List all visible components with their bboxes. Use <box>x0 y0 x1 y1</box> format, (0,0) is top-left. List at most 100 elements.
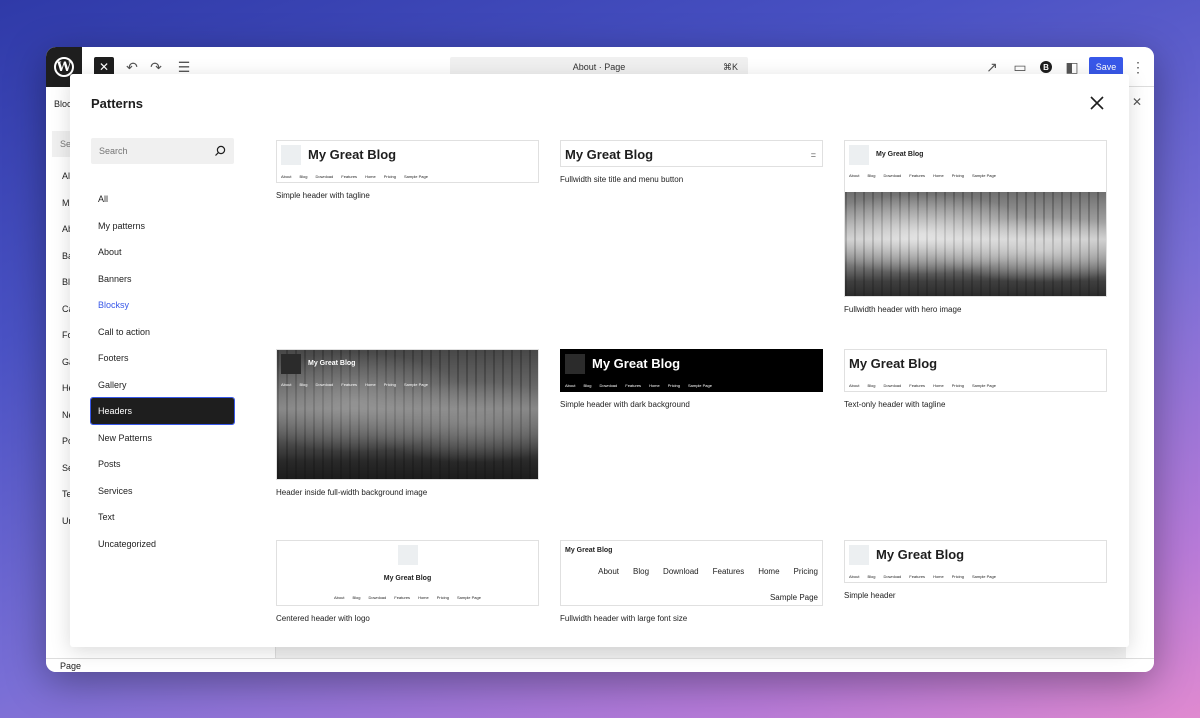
nav-link: About <box>598 567 620 576</box>
document-title: About · Page <box>572 62 626 72</box>
nav-link: Download <box>883 173 902 178</box>
inserter-category[interactable]: Al <box>62 171 70 181</box>
nav-link: Home <box>418 595 429 600</box>
close-icon[interactable] <box>1088 94 1106 112</box>
pattern-preview[interactable]: My Great Blog = <box>560 140 823 167</box>
category-blocksy[interactable]: Blocksy <box>91 292 234 318</box>
pattern-card[interactable]: My Great Blog About Blog Download Features H… <box>844 540 1107 600</box>
nav-link: About <box>334 595 345 600</box>
pattern-preview[interactable]: My Great Blog About Blog Download Features H… <box>560 349 823 392</box>
nav-link: Blog <box>299 174 308 179</box>
category-services[interactable]: Services <box>91 478 234 504</box>
search-icon[interactable] <box>214 145 226 157</box>
pattern-caption: Simple header with tagline <box>276 191 370 200</box>
category-headers[interactable]: Headers <box>90 397 235 425</box>
pattern-preview[interactable]: My Great Blog About Blog Download Features H… <box>276 540 539 606</box>
nav-link: Blog <box>583 383 592 388</box>
pattern-caption: Text-only header with tagline <box>844 400 946 409</box>
pattern-card[interactable]: My Great Blog About Blog Download Features H… <box>844 349 1107 409</box>
category-footers[interactable]: Footers <box>91 345 234 371</box>
more-options-icon[interactable]: ⋮ <box>1130 57 1146 77</box>
pattern-card[interactable]: My Great Blog = Fullwidth site title and… <box>560 140 823 184</box>
pattern-caption: Header inside full-width background imag… <box>276 488 428 497</box>
pattern-preview[interactable]: My Great Blog About Blog Download Features H… <box>844 540 1107 583</box>
site-navigation: About Blog Download Features Home Pricing <box>598 567 818 576</box>
site-title: My Great Blog <box>308 147 397 162</box>
nav-link: About <box>565 383 576 388</box>
category-all[interactable]: All <box>91 186 234 212</box>
pattern-preview[interactable]: My Great Blog About Blog Download Features H… <box>276 140 539 183</box>
nav-link: Download <box>368 595 387 600</box>
category-call-to-action[interactable]: Call to action <box>91 319 234 345</box>
nav-link: Features <box>909 574 926 579</box>
site-title: My Great Blog <box>383 575 432 582</box>
pattern-search-input[interactable] <box>91 138 206 164</box>
nav-link: Home <box>365 174 376 179</box>
inserter-category[interactable]: Bl <box>62 277 70 287</box>
status-bar: Page <box>46 658 1154 672</box>
site-navigation-overflow: Sample Page <box>770 593 818 602</box>
site-title: My Great Blog <box>876 151 924 158</box>
site-navigation: About Blog Download Features Home Pricing Samp… <box>849 574 996 579</box>
nav-link: Download <box>883 574 902 579</box>
pattern-card[interactable]: My Great Blog About Blog Download Features H… <box>560 349 823 409</box>
site-logo-placeholder <box>849 545 869 565</box>
nav-link: Features <box>909 383 926 388</box>
nav-link: Pricing <box>667 383 680 388</box>
blocks-tab[interactable]: Bloc <box>54 99 72 109</box>
pattern-card[interactable]: My Great Blog About Blog Download Features H… <box>560 540 823 623</box>
category-text[interactable]: Text <box>91 504 234 530</box>
nav-link: Pricing <box>951 383 964 388</box>
site-navigation: About Blog Download Features Home Pricing Samp… <box>849 173 996 178</box>
pattern-preview[interactable]: My Great Blog About Blog Download Features H… <box>844 349 1107 392</box>
nav-link: Features <box>341 174 358 179</box>
pattern-caption: Simple header with dark background <box>560 400 690 409</box>
nav-link: Download <box>599 383 618 388</box>
site-logo-placeholder <box>398 545 418 565</box>
pattern-card[interactable]: My Great Blog About Blog Download Features H… <box>276 349 539 497</box>
site-logo-placeholder <box>281 145 301 165</box>
site-title: My Great Blog <box>849 356 938 371</box>
category-uncategorized[interactable]: Uncategorized <box>91 531 234 557</box>
pattern-card[interactable]: My Great Blog About Blog Download Features H… <box>276 140 539 200</box>
site-title: My Great Blog <box>565 547 613 554</box>
nav-link: Sample Page <box>971 574 996 579</box>
pattern-card[interactable]: My Great Blog About Blog Download Features H… <box>276 540 539 623</box>
nav-link: Home <box>933 173 944 178</box>
nav-link: Home <box>933 383 944 388</box>
inserter-category[interactable]: M <box>62 198 70 208</box>
nav-link: About <box>281 382 292 387</box>
nav-link: Pricing <box>383 382 396 387</box>
category-about[interactable]: About <box>91 239 234 265</box>
close-icon[interactable]: ✕ <box>1132 95 1142 109</box>
site-navigation: About Blog Download Features Home Pricing Samp… <box>281 382 428 387</box>
nav-link: Features <box>909 173 926 178</box>
category-banners[interactable]: Banners <box>91 266 234 292</box>
nav-link: Home <box>933 574 944 579</box>
nav-link: Pricing <box>951 574 964 579</box>
nav-link: Sample Page <box>971 173 996 178</box>
background-image <box>277 350 538 479</box>
menu-icon: = <box>810 150 816 160</box>
category-my-patterns[interactable]: My patterns <box>91 213 234 239</box>
modal-title: Patterns <box>91 96 144 111</box>
pattern-card[interactable]: My Great Blog About Blog Download Features H… <box>844 140 1107 314</box>
nav-link: Features <box>625 383 642 388</box>
category-gallery[interactable]: Gallery <box>91 372 234 398</box>
category-new-patterns[interactable]: New Patterns <box>91 425 234 451</box>
nav-link: Blog <box>867 173 876 178</box>
nav-link: Home <box>365 382 376 387</box>
pattern-preview[interactable]: My Great Blog About Blog Download Features H… <box>844 140 1107 297</box>
pattern-preview[interactable]: My Great Blog About Blog Download Features H… <box>560 540 823 606</box>
pattern-category-list: All My patterns About Banners Blocksy Ca… <box>90 186 235 557</box>
nav-link: About <box>849 574 860 579</box>
category-posts[interactable]: Posts <box>91 451 234 477</box>
nav-link: Sample Page <box>769 593 818 602</box>
site-navigation: About Blog Download Features Home Pricing Samp… <box>281 174 428 179</box>
nav-link: Home <box>758 567 780 576</box>
site-title: My Great Blog <box>565 147 654 162</box>
nav-link: Download <box>315 382 334 387</box>
site-title: My Great Blog <box>592 356 681 371</box>
pattern-preview[interactable]: My Great Blog About Blog Download Features H… <box>276 349 539 480</box>
pattern-caption: Centered header with logo <box>276 614 370 623</box>
